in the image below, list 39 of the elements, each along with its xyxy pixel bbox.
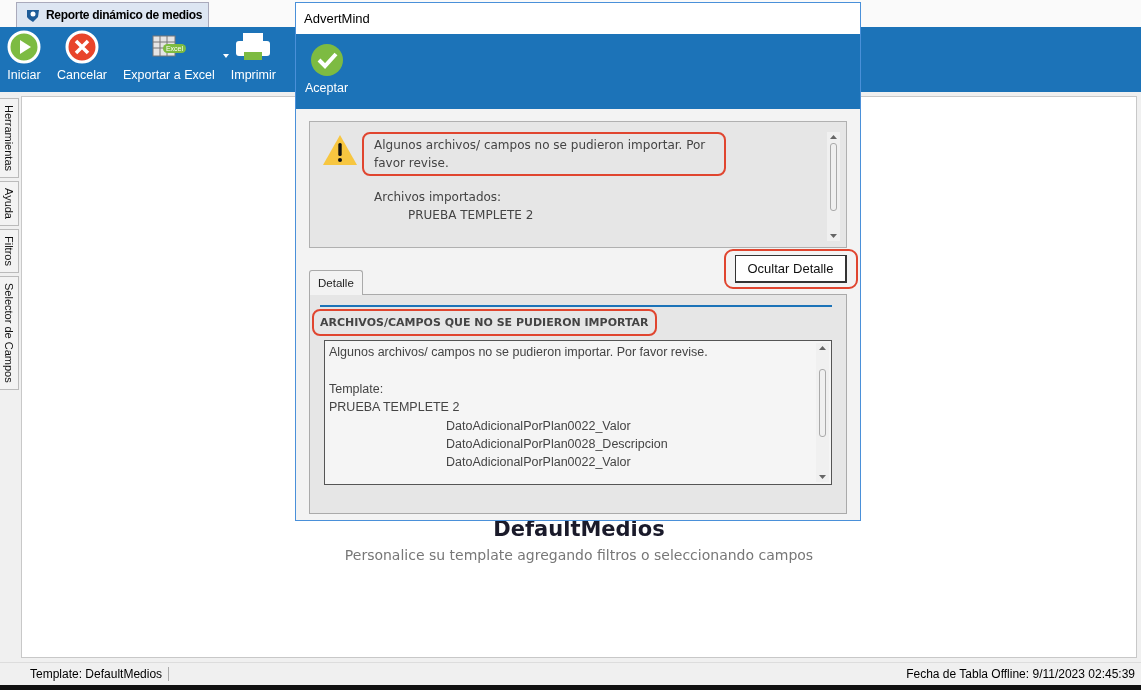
scrollbar[interactable] [816, 343, 829, 482]
tab-label: Reporte dinámico de medios [46, 8, 203, 22]
side-tab[interactable]: Ayuda [0, 181, 19, 227]
cancel-icon [65, 30, 99, 64]
detail-line: Template: [329, 381, 384, 396]
imported-file: PRUEBA TEMPLETE 2 [407, 208, 535, 222]
side-tab[interactable]: Selector de Campos [0, 276, 19, 390]
detail-line: DatoAdicionalPorPlan0022_Valor [446, 455, 631, 470]
scroll-down-icon[interactable] [819, 475, 826, 479]
toolbar-button[interactable]: Aceptar [302, 40, 352, 100]
dialog-title: AdvertMind [296, 3, 860, 34]
warning-icon [322, 134, 358, 166]
template-hint: Personalice su template agregando filtros o seleccionando campos [344, 547, 814, 563]
side-tab[interactable]: Herramientas [0, 98, 19, 179]
scrollbar[interactable] [827, 132, 840, 241]
imported-label: Archivos importados: [374, 190, 503, 204]
scroll-up-icon[interactable] [819, 346, 826, 350]
hide-detail-button[interactable]: Ocultar Detalle [735, 255, 847, 283]
shield-icon [25, 7, 41, 23]
template-title: DefaultMedios [493, 517, 665, 541]
status-text: Template: DefaultMedios [30, 667, 170, 681]
detail-line: DatoAdicionalPorPlan0028_Descripcion [446, 436, 668, 451]
toolbar-button[interactable]: Imprimir [227, 27, 279, 87]
toolbar-button[interactable]: Iniciar [4, 27, 44, 87]
detail-line: PRUEBA TEMPLETE 2 [329, 400, 460, 415]
detail-text-box[interactable]: Algunos archivos/ campos no se pudieron importar. Por favor revise. Template: PRUEBA TEMPLETE 2 DatoAdicionalPorPlan0022_Valor DatoAdicionalPorPlan0028_Descripcion DatoAdicionalPorPlan0022_Valor [324, 340, 832, 485]
detail-tab[interactable]: Detalle [309, 270, 363, 295]
checkmark-icon [309, 43, 344, 77]
detail-heading: ARCHIVOS/CAMPOS QUE NO SE PUDIERON IMPORTAR [312, 309, 657, 336]
app-tab[interactable]: Reporte dinámico de medios [16, 2, 210, 27]
message-text: Algunos archivos/ campos no se pudieron importar. Por favor revise. [362, 132, 726, 176]
play-icon [7, 30, 41, 64]
scroll-down-icon[interactable] [830, 234, 837, 238]
side-tab[interactable]: Filtros [0, 229, 19, 273]
detail-line: DatoAdicionalPorPlan0022_Valor [446, 418, 631, 433]
status-text: Fecha de Tabla Offline: 9/11/2023 02:45:39 [906, 667, 1135, 681]
toolbar-button[interactable]: Cancelar [54, 27, 111, 87]
detail-line: Algunos archivos/ campos no se pudieron importar. Por favor revise. [329, 345, 708, 359]
scroll-up-icon[interactable] [830, 135, 837, 139]
